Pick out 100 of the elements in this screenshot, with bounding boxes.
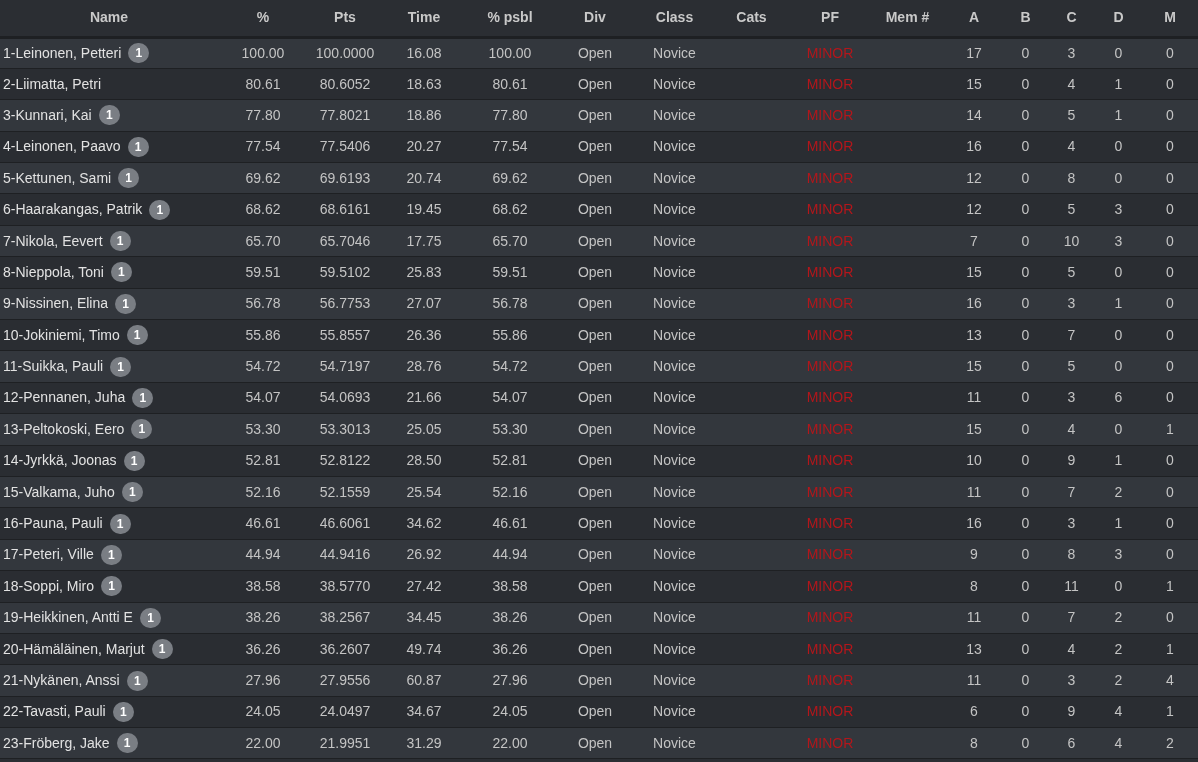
- table-cell: Open: [554, 131, 636, 163]
- table-cell: Open: [554, 476, 636, 508]
- count-badge: 1: [139, 607, 161, 628]
- table-cell: 6: [1048, 727, 1095, 759]
- table-cell: 14: [945, 99, 1003, 132]
- table-cell: 3: [1048, 37, 1095, 69]
- column-header[interactable]: M: [1142, 0, 1198, 37]
- table-cell: 1: [1095, 68, 1142, 100]
- table-cell: 2: [1095, 633, 1142, 665]
- competitor-name: 1-Leinonen, Petteri: [3, 43, 122, 63]
- table-cell: 2: [1095, 476, 1142, 508]
- column-header[interactable]: PF: [790, 0, 870, 37]
- count-badge: 1: [109, 231, 131, 252]
- column-header[interactable]: C: [1048, 0, 1095, 37]
- table-cell: 52.8122: [308, 445, 382, 477]
- table-cell: 0: [1095, 319, 1142, 351]
- table-cell: 8: [1048, 539, 1095, 571]
- table-cell: 0: [1142, 99, 1198, 132]
- table-cell: Novice: [636, 193, 713, 226]
- table-cell: 11: [945, 664, 1003, 697]
- count-badge: 1: [121, 482, 143, 503]
- table-cell: 53.3013: [308, 413, 382, 446]
- table-cell: 27.9556: [308, 664, 382, 697]
- table-cell: 1: [1142, 570, 1198, 603]
- table-cell: Open: [554, 99, 636, 132]
- column-header[interactable]: B: [1003, 0, 1048, 37]
- table-cell: 0: [1142, 382, 1198, 414]
- table-cell: 0: [1003, 99, 1048, 132]
- table-cell: 52.16: [218, 476, 308, 508]
- table-cell: Open: [554, 539, 636, 571]
- table-cell: 0: [1142, 131, 1198, 163]
- table-cell: 0: [1142, 476, 1198, 508]
- table-cell: 36.26: [466, 633, 554, 665]
- column-header[interactable]: Class: [636, 0, 713, 37]
- table-cell: MINOR: [790, 193, 870, 226]
- table-cell: 0: [1003, 602, 1048, 634]
- table-cell: Novice: [636, 696, 713, 728]
- table-cell: 0: [1142, 602, 1198, 634]
- table-cell: 0: [1142, 162, 1198, 194]
- table-cell: MINOR: [790, 633, 870, 665]
- table-cell: 68.62: [466, 193, 554, 226]
- table-cell: 9: [1048, 696, 1095, 728]
- column-header[interactable]: %: [218, 0, 308, 37]
- table-cell: 11: [945, 382, 1003, 414]
- table-cell: 0: [1003, 727, 1048, 759]
- table-cell: 80.61: [218, 68, 308, 100]
- table-cell: 24.0497: [308, 696, 382, 728]
- table-cell: 3: [1048, 288, 1095, 320]
- competitor-name: 12-Pennanen, Juha: [3, 388, 126, 408]
- table-cell: 12: [945, 193, 1003, 226]
- count-badge: 1: [151, 639, 173, 660]
- table-cell: 20.27: [382, 131, 466, 163]
- column-header[interactable]: A: [945, 0, 1003, 37]
- table-cell: 55.8557: [308, 319, 382, 351]
- table-cell: Open: [554, 350, 636, 383]
- table-cell: 16: [945, 507, 1003, 540]
- column-header[interactable]: Cats: [713, 0, 790, 37]
- table-cell: 27.96: [218, 664, 308, 697]
- column-header[interactable]: Mem #: [870, 0, 945, 37]
- table-cell: 1: [1142, 633, 1198, 665]
- table-cell: 44.9416: [308, 539, 382, 571]
- column-header[interactable]: Time: [382, 0, 466, 37]
- table-cell: 28.76: [382, 350, 466, 383]
- table-cell: 52.81: [466, 445, 554, 477]
- column-header[interactable]: D: [1095, 0, 1142, 37]
- table-cell: 0: [1003, 664, 1048, 697]
- table-cell: 77.5406: [308, 131, 382, 163]
- table-cell: 0: [1003, 193, 1048, 226]
- table-cell: 1: [1095, 99, 1142, 132]
- table-cell: Novice: [636, 539, 713, 571]
- table-cell: 4: [1095, 727, 1142, 759]
- table-cell: 5: [1048, 350, 1095, 383]
- table-cell: 0: [1142, 193, 1198, 226]
- table-cell: MINOR: [790, 288, 870, 320]
- table-cell: 0: [1003, 445, 1048, 477]
- competitor-name: 2-Liimatta, Petri: [3, 74, 102, 94]
- table-cell: MINOR: [790, 727, 870, 759]
- table-cell: 11: [945, 602, 1003, 634]
- column-header[interactable]: Name: [0, 0, 218, 37]
- column-header[interactable]: Pts: [308, 0, 382, 37]
- table-cell: MINOR: [790, 162, 870, 194]
- table-cell: 9: [945, 539, 1003, 571]
- table-cell: 15: [945, 256, 1003, 289]
- table-cell: Novice: [636, 225, 713, 257]
- table-cell: 55.86: [218, 319, 308, 351]
- table-cell: 5: [1048, 193, 1095, 226]
- table-cell: 56.78: [466, 288, 554, 320]
- table-cell: 25.05: [382, 413, 466, 446]
- table-cell: 24.05: [218, 696, 308, 728]
- table-cell: Open: [554, 727, 636, 759]
- table-cell: 77.8021: [308, 99, 382, 132]
- table-cell: Novice: [636, 256, 713, 289]
- table-cell: 26.92: [382, 539, 466, 571]
- column-header[interactable]: % psbl: [466, 0, 554, 37]
- table-cell: 60.87: [382, 664, 466, 697]
- competitor-name: 17-Peteri, Ville: [3, 545, 94, 565]
- table-cell: MINOR: [790, 68, 870, 100]
- column-header[interactable]: Div: [554, 0, 636, 37]
- competitor-name: 5-Kettunen, Sami: [3, 168, 112, 188]
- table-cell: 0: [1003, 413, 1048, 446]
